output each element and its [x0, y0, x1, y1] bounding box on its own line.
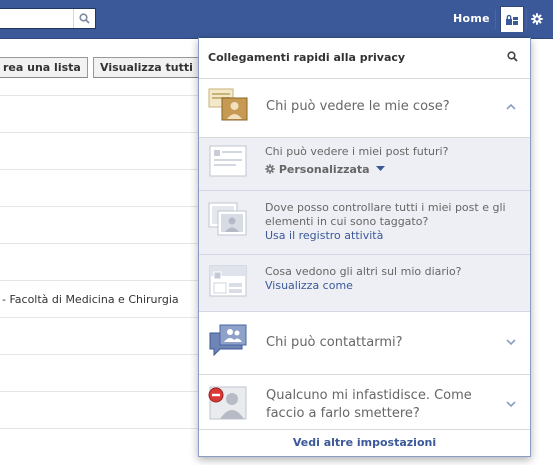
list-item[interactable] [0, 95, 200, 132]
list-item[interactable] [0, 428, 200, 465]
privacy-search-button[interactable] [507, 51, 518, 65]
account-settings-button[interactable] [527, 9, 547, 29]
tagged-photos-icon [208, 202, 247, 236]
search-button[interactable] [73, 9, 95, 28]
activity-log-setting: Dove posso controllare tutti i miei post… [199, 191, 530, 255]
activity-log-link[interactable]: Usa il registro attività [265, 229, 383, 243]
section-title: Chi può vedere le mie cose? [266, 99, 450, 114]
caret-down-icon [376, 166, 386, 171]
create-list-button[interactable]: rea una lista [0, 57, 88, 78]
audience-selector[interactable]: Personalizzata [265, 163, 386, 177]
friend-list: - Facoltà di Medicina e Chirurgia [0, 95, 200, 465]
post-icon [209, 145, 247, 177]
flyout-title: Collegamenti rapidi alla privacy [208, 51, 406, 64]
setting-question: Chi può vedere i miei post futuri? [265, 145, 449, 158]
view-all-button[interactable]: Visualizza tutti [93, 57, 203, 78]
section-title: Chi può contattarmi? [266, 335, 403, 350]
flyout-header: Collegamenti rapidi alla privacy [199, 38, 530, 79]
timeline-icon [209, 265, 247, 297]
section-block-someone[interactable]: Qualcuno mi infastidisce. Come faccio a … [199, 375, 530, 434]
chevron-down-icon[interactable] [506, 401, 516, 408]
privacy-shortcuts-button[interactable] [500, 6, 524, 32]
home-link[interactable]: Home [453, 12, 490, 25]
top-bar: Home [0, 0, 553, 39]
setting-question: Cosa vedono gli altri sul mio diario? [265, 265, 462, 278]
list-item[interactable] [0, 317, 200, 354]
list-item[interactable] [0, 206, 200, 243]
search-icon [79, 13, 90, 24]
section-who-can-contact[interactable]: Chi può contattarmi? [199, 312, 530, 375]
contact-icon [209, 324, 247, 357]
view-as-setting: Cosa vedono gli altri sul mio diario? Vi… [199, 255, 530, 312]
list-item[interactable] [0, 391, 200, 428]
list-item[interactable] [0, 132, 200, 169]
list-item[interactable] [0, 354, 200, 391]
view-as-link[interactable]: Visualizza come [265, 279, 353, 293]
section-who-can-see[interactable]: Chi può vedere le mie cose? [199, 79, 530, 138]
list-item[interactable] [0, 169, 200, 206]
lock-icon [506, 14, 518, 25]
privacy-shortcuts-flyout: Collegamenti rapidi alla privacy Chi può… [198, 37, 531, 457]
search-box[interactable] [0, 8, 96, 29]
future-posts-setting: Chi può vedere i miei post futuri? Perso… [199, 138, 530, 191]
setting-question: Dove posso controllare tutti i miei post… [265, 201, 506, 228]
list-item[interactable]: - Facoltà di Medicina e Chirurgia [0, 280, 200, 317]
audience-label: Personalizzata [278, 163, 370, 176]
shared-content-icon [208, 88, 248, 121]
block-user-icon [208, 386, 247, 420]
chevron-up-icon[interactable] [506, 103, 516, 110]
list-item[interactable] [0, 243, 200, 280]
topbar-divider [495, 9, 496, 29]
section-title: Qualcuno mi infastidisce. Come faccio a … [266, 388, 472, 421]
gear-icon [265, 164, 275, 174]
search-icon [507, 51, 518, 62]
chevron-down-icon[interactable] [506, 339, 516, 346]
gear-icon [531, 13, 543, 25]
see-more-settings-link[interactable]: Vedi altre impostazioni [199, 429, 530, 456]
